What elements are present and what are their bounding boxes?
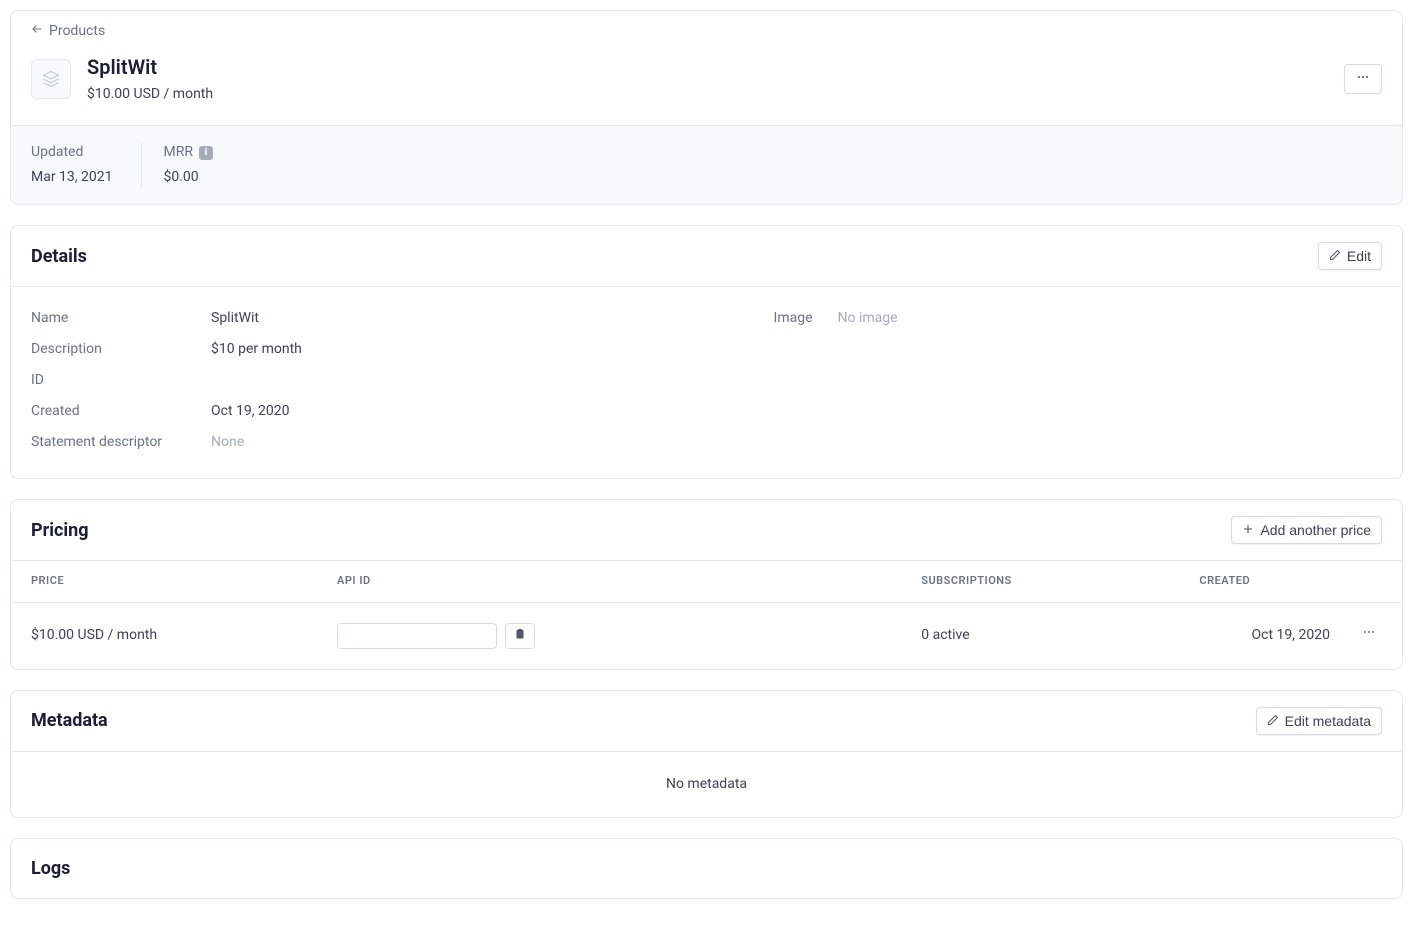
pricing-col-subs: SUBSCRIPTIONS: [901, 561, 1179, 602]
logs-title: Logs: [31, 855, 70, 882]
info-icon[interactable]: i: [199, 146, 213, 160]
api-id-input[interactable]: [337, 623, 497, 649]
details-created-value: Oct 19, 2020: [211, 401, 289, 422]
details-name-value: SplitWit: [211, 308, 259, 329]
details-title: Details: [31, 243, 87, 270]
pricing-row[interactable]: $10.00 USD / month 0 active: [11, 602, 1402, 669]
plus-icon: [1242, 522, 1254, 538]
edit-details-label: Edit: [1347, 248, 1371, 264]
details-created-label: Created: [31, 401, 211, 422]
breadcrumb-label: Products: [49, 21, 105, 42]
details-statement-label: Statement descriptor: [31, 432, 211, 453]
pricing-col-api: API ID: [317, 561, 901, 602]
pencil-icon: [1267, 713, 1279, 729]
details-id-label: ID: [31, 370, 211, 391]
copy-api-id-button[interactable]: [505, 623, 535, 649]
arrow-left-icon: [31, 21, 43, 42]
product-more-button[interactable]: [1344, 64, 1382, 94]
pencil-icon: [1329, 248, 1341, 264]
metadata-title: Metadata: [31, 707, 108, 734]
details-image-value: No image: [838, 308, 898, 329]
product-title: SplitWit: [87, 52, 213, 82]
product-icon: [31, 59, 71, 99]
edit-metadata-button[interactable]: Edit metadata: [1256, 707, 1382, 735]
pricing-row-created: Oct 19, 2020: [1252, 625, 1330, 646]
edit-metadata-label: Edit metadata: [1285, 713, 1371, 729]
clipboard-icon: [514, 627, 526, 644]
pricing-row-subs: 0 active: [901, 602, 1179, 669]
more-horizontal-icon: [1362, 625, 1376, 646]
product-price-line: $10.00 USD / month: [87, 84, 213, 105]
metadata-empty: No metadata: [11, 752, 1402, 817]
more-horizontal-icon: [1356, 70, 1370, 87]
stat-updated-label: Updated: [31, 142, 113, 163]
stat-mrr-label: MRR: [164, 142, 193, 163]
edit-details-button[interactable]: Edit: [1318, 242, 1382, 270]
add-price-button[interactable]: Add another price: [1231, 516, 1382, 544]
details-name-label: Name: [31, 308, 211, 329]
add-price-label: Add another price: [1260, 522, 1371, 538]
pricing-row-price: $10.00 USD / month: [11, 602, 317, 669]
pricing-row-more-button[interactable]: [1356, 623, 1382, 649]
stat-updated-value: Mar 13, 2021: [31, 167, 113, 188]
details-description-value: $10 per month: [211, 339, 302, 360]
pricing-title: Pricing: [31, 517, 88, 544]
breadcrumb-products[interactable]: Products: [11, 11, 125, 42]
details-statement-value: None: [211, 432, 244, 453]
pricing-col-price: PRICE: [11, 561, 317, 602]
pricing-col-created: CREATED: [1179, 561, 1402, 602]
details-description-label: Description: [31, 339, 211, 360]
stat-mrr-value: $0.00: [164, 167, 213, 188]
details-image-label: Image: [774, 308, 838, 329]
